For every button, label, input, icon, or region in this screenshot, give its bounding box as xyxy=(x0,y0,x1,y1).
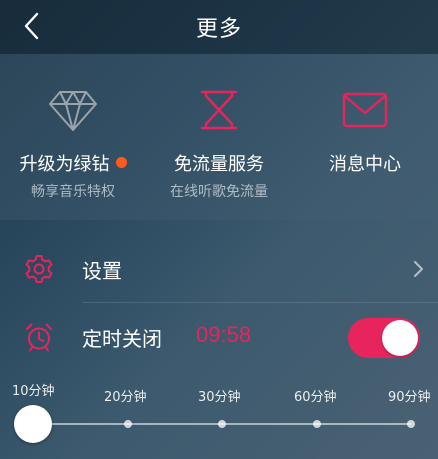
slider-stop[interactable] xyxy=(124,420,132,428)
slider-thumb[interactable] xyxy=(14,405,52,443)
row-divider xyxy=(82,302,438,303)
feature-label: 消息中心 xyxy=(329,154,401,175)
sleep-timer-label: 定时关闭 xyxy=(82,327,162,351)
slider-stop[interactable] xyxy=(407,420,415,428)
header-bar: 更多 xyxy=(0,0,438,54)
sleep-timer-toggle[interactable] xyxy=(348,318,420,358)
feature-subtitle: 在线听歌免流量 xyxy=(170,184,268,200)
alarm-clock-icon xyxy=(24,322,54,352)
timer-duration-slider[interactable]: 10分钟 20分钟 30分钟 60分钟 90分钟 xyxy=(0,370,438,459)
page-title: 更多 xyxy=(195,17,242,42)
feature-upgrade-green-diamond[interactable]: 升级为绿钻 畅享音乐特权 xyxy=(0,54,146,220)
slider-option-label: 30分钟 xyxy=(198,390,241,405)
envelope-icon xyxy=(340,88,390,132)
feature-grid: 升级为绿钻 畅享音乐特权 免流量服务 在线听歌免流量 消息中心 xyxy=(0,54,438,220)
notification-dot xyxy=(115,157,127,168)
chevron-right-icon xyxy=(412,260,424,278)
gear-icon xyxy=(24,254,54,284)
hourglass-icon xyxy=(194,88,244,132)
slider-option-label: 20分钟 xyxy=(104,390,147,405)
slider-option-label: 90分钟 xyxy=(388,390,431,405)
settings-label: 设置 xyxy=(82,259,122,283)
slider-option-label: 10分钟 xyxy=(12,384,55,399)
slider-option-label: 60分钟 xyxy=(294,390,337,405)
timer-countdown: 09:58 xyxy=(196,322,252,347)
feature-message-center[interactable]: 消息中心 xyxy=(292,54,438,220)
feature-label: 免流量服务 xyxy=(174,154,264,175)
feature-label: 升级为绿钻 xyxy=(0,150,146,176)
feature-subtitle: 畅享音乐特权 xyxy=(31,184,115,200)
slider-stop[interactable] xyxy=(218,420,226,428)
feature-free-data-service[interactable]: 免流量服务 在线听歌免流量 xyxy=(146,54,292,220)
toggle-knob xyxy=(382,320,418,356)
slider-stop[interactable] xyxy=(313,420,321,428)
sleep-timer-row: 定时关闭 09:58 xyxy=(0,306,438,366)
diamond-icon xyxy=(48,88,98,132)
settings-row[interactable]: 设置 xyxy=(0,238,438,298)
more-screen: 更多 升级为绿钻 畅享音乐特权 免流量服务 在线听歌免流量 消息中心 设置 定时… xyxy=(0,0,438,459)
